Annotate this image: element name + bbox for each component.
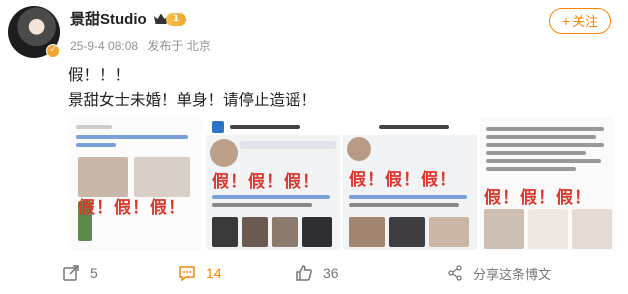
- image-photo: [134, 157, 190, 197]
- like-button[interactable]: 36: [295, 263, 339, 283]
- like-count: 36: [323, 265, 339, 281]
- post-location: 发布于 北京: [147, 39, 211, 53]
- action-bar: 5 14 36 分享这条博文: [0, 258, 628, 288]
- post-image-3[interactable]: 假！假！假！: [343, 117, 477, 250]
- post-image-1[interactable]: 假！假！假！: [68, 117, 202, 250]
- image-photo: [349, 217, 385, 247]
- image-text-line: [212, 195, 330, 199]
- post-timestamp[interactable]: 25-9-4 08:08: [70, 39, 138, 53]
- image-text-line: [76, 143, 116, 147]
- image-photo: [210, 139, 238, 167]
- level-badge: 1: [166, 13, 186, 26]
- fake-stamp: 假！假！假！: [349, 170, 457, 190]
- image-text-line: [76, 135, 188, 139]
- post-meta: 25-9-4 08:08 发布于 北京: [70, 37, 217, 54]
- share-button[interactable]: 分享这条博文: [447, 263, 551, 283]
- image-text-line: [212, 203, 312, 207]
- comment-button[interactable]: 14: [178, 263, 222, 283]
- image-text-line: [486, 143, 604, 147]
- author-name[interactable]: 景甜Studio: [70, 8, 147, 29]
- follow-label: 关注: [572, 14, 599, 29]
- image-app-icon: [212, 121, 224, 133]
- image-photo: [242, 217, 268, 247]
- post-image-4[interactable]: 假！假！假！: [480, 117, 614, 250]
- post-text-line-1: 假！！！: [68, 67, 131, 84]
- image-text-line: [76, 125, 112, 129]
- post-text-line-2: 景甜女士未婚！单身！请停止造谣！: [68, 92, 317, 109]
- image-photo: [240, 141, 336, 149]
- image-photo: [429, 217, 469, 247]
- image-text-line: [486, 127, 604, 131]
- repost-button[interactable]: 5: [62, 263, 98, 283]
- image-photo: [572, 209, 612, 249]
- image-photo: [347, 137, 371, 161]
- repost-count: 5: [90, 265, 98, 281]
- image-text-line: [379, 125, 449, 129]
- image-photo: [78, 157, 128, 197]
- image-text-line: [230, 125, 300, 129]
- image-text-line: [486, 135, 596, 139]
- verified-badge-icon: ✓: [46, 44, 60, 58]
- image-photo: [212, 217, 238, 247]
- comment-count: 14: [206, 265, 222, 281]
- image-photo: [389, 217, 425, 247]
- image-text-line: [349, 203, 459, 207]
- repost-icon: [63, 265, 79, 281]
- fake-stamp: 假！假！假！: [484, 188, 592, 208]
- share-label: 分享这条博文: [473, 266, 552, 282]
- follow-button[interactable]: + 关注: [549, 8, 611, 34]
- fake-stamp: 假！假！假！: [212, 172, 320, 192]
- image-text-line: [349, 195, 467, 199]
- image-text-line: [486, 159, 601, 163]
- thumbs-up-icon: [296, 265, 312, 281]
- share-icon: [448, 265, 462, 281]
- image-photo: [302, 217, 332, 247]
- image-text-line: [486, 151, 586, 155]
- image-photo: [484, 209, 524, 249]
- image-text-line: [486, 167, 576, 171]
- plus-icon: +: [561, 13, 571, 29]
- fake-stamp: 假！假！假！: [78, 198, 186, 218]
- comment-icon: [179, 266, 195, 282]
- image-photo: [528, 209, 568, 249]
- post-image-2[interactable]: 假！假！假！: [206, 117, 340, 250]
- image-photo: [272, 217, 298, 247]
